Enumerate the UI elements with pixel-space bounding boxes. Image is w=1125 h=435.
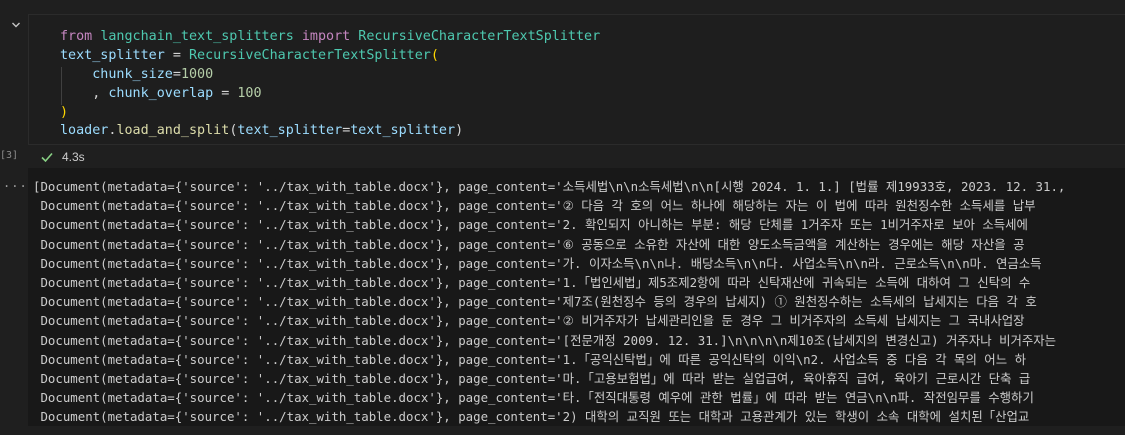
output-line: [Document(metadata={'source': '../tax_wi… xyxy=(33,179,1066,194)
code-token: 100 xyxy=(237,85,262,101)
output-line: Document(metadata={'source': '../tax_wit… xyxy=(33,409,1030,425)
code-line: , chunk_overlap = 100 xyxy=(60,85,600,104)
code-line: from langchain_text_splitters import Rec… xyxy=(60,28,600,47)
output-line: Document(metadata={'source': '../tax_wit… xyxy=(33,313,1025,329)
output-line: Document(metadata={'source': '../tax_wit… xyxy=(33,255,1042,271)
code-token: langchain_text_splitters xyxy=(100,29,294,44)
code-token: = xyxy=(172,66,181,82)
output-actions-icon[interactable]: ... xyxy=(3,177,28,189)
code-line: loader.load_and_split(text_splitter=text… xyxy=(60,122,600,141)
code-token: chunk_size xyxy=(92,66,173,82)
code-token: = xyxy=(164,47,189,63)
code-cell-editor[interactable]: from langchain_text_splitters import Rec… xyxy=(28,14,1125,145)
output-line: Document(metadata={'source': '../tax_wit… xyxy=(33,217,1028,233)
code-token: ( xyxy=(430,47,439,63)
check-icon xyxy=(41,152,53,163)
code-line: ) xyxy=(60,104,600,123)
output-line: Document(metadata={'source': '../tax_wit… xyxy=(33,274,1031,290)
output-line: Document(metadata={'source': '../tax_wit… xyxy=(33,294,1037,310)
horizontal-scrollbar[interactable] xyxy=(0,427,1125,435)
output-line: Document(metadata={'source': '../tax_wit… xyxy=(33,390,1034,406)
collapse-chevron-icon[interactable] xyxy=(11,20,21,30)
code-token: text_splitter xyxy=(60,47,165,63)
code-token: ) xyxy=(60,104,69,120)
code-line: text_splitter = RecursiveCharacterTextSp… xyxy=(60,47,600,66)
code-token: RecursiveCharacterTextSplitter xyxy=(189,47,431,63)
cell-output: [Document(metadata={'source': '../tax_wi… xyxy=(28,168,1125,426)
output-text: [Document(metadata={'source': '../tax_wi… xyxy=(33,177,1065,426)
output-line: Document(metadata={'source': '../tax_wit… xyxy=(33,332,1057,348)
code-token: RecursiveCharacterTextSplitter xyxy=(358,29,601,44)
code-token: = xyxy=(213,85,238,101)
output-line: Document(metadata={'source': '../tax_wit… xyxy=(33,370,1031,386)
code-token: from xyxy=(60,29,93,44)
code-token: chunk_overlap xyxy=(108,85,214,101)
code-token: load_and_split xyxy=(116,123,230,139)
code-token: , xyxy=(60,85,109,101)
code-lines: from langchain_text_splitters import Rec… xyxy=(60,28,600,141)
output-line: Document(metadata={'source': '../tax_wit… xyxy=(33,236,1025,252)
output-line: Document(metadata={'source': '../tax_wit… xyxy=(33,351,1026,367)
code-token: 1000 xyxy=(180,66,214,82)
code-line: chunk_size=1000 xyxy=(60,66,600,85)
output-line: Document(metadata={'source': '../tax_wit… xyxy=(33,198,1036,214)
cell-status: 4.3s xyxy=(40,148,85,166)
execution-duration: 4.3s xyxy=(62,150,85,164)
code-token: text_splitter xyxy=(237,123,343,139)
execution-count: [3] xyxy=(0,150,19,161)
code-token: ) xyxy=(455,123,464,139)
code-token: text_splitter xyxy=(350,123,456,139)
code-token: loader xyxy=(60,123,109,139)
code-token: import xyxy=(301,29,351,44)
